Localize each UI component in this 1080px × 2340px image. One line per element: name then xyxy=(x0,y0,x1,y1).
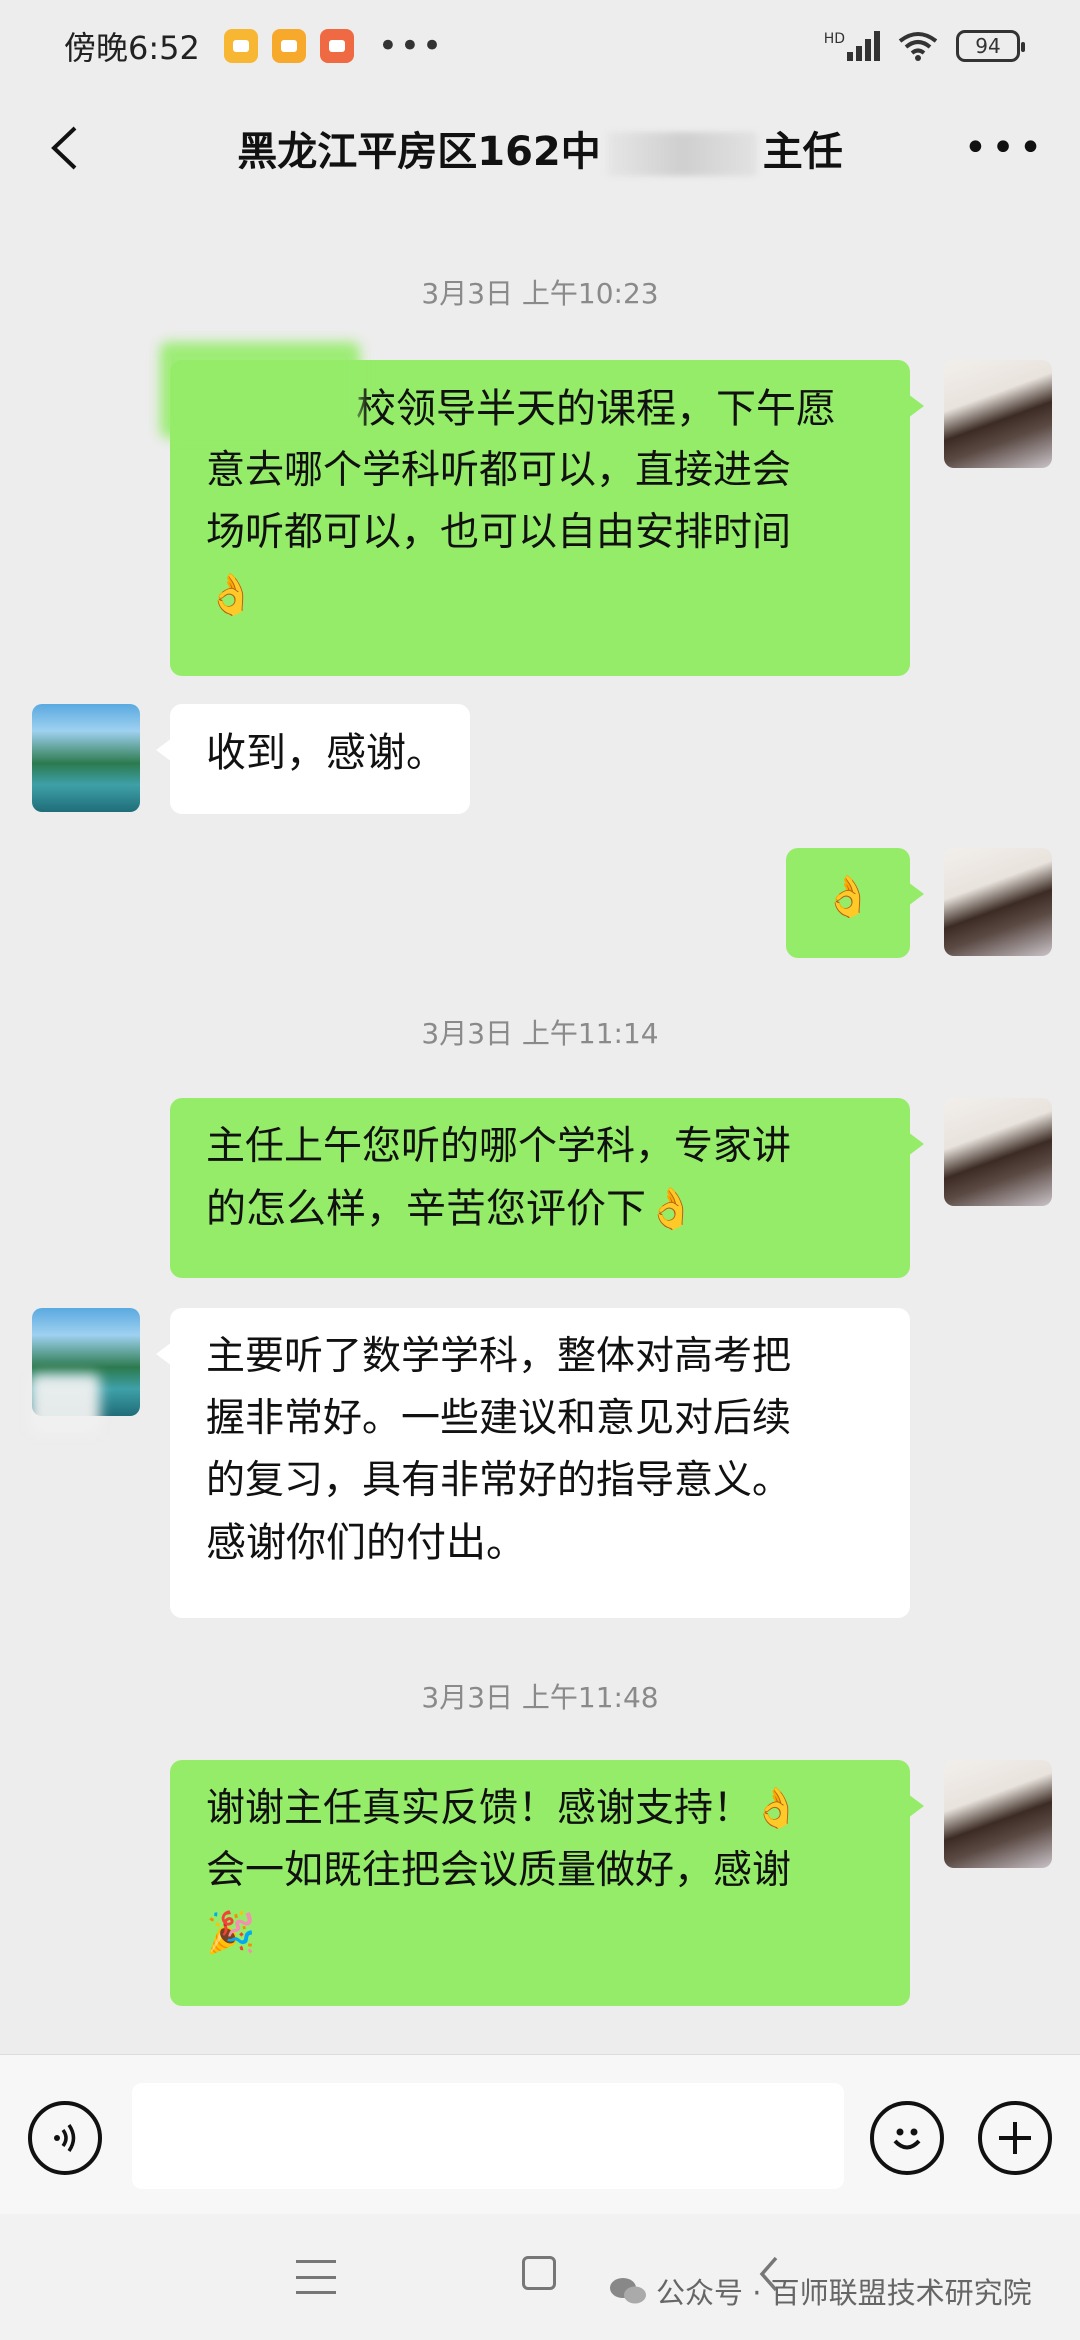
watermark-text: 公众号 · 百师联盟技术研究院 xyxy=(656,2276,1032,2310)
more-notifications-icon: ••• xyxy=(377,26,445,66)
battery-indicator: 94 xyxy=(956,30,1025,62)
message-input[interactable] xyxy=(132,2083,844,2189)
avatar[interactable] xyxy=(944,1760,1052,1868)
nav-menu-button[interactable] xyxy=(296,2260,336,2294)
voice-input-button[interactable] xyxy=(28,2101,102,2175)
ok-hand-emoji: 👌 xyxy=(823,874,873,920)
message-text: 握非常好。一些建议和意见对后续 xyxy=(206,1396,792,1441)
wifi-icon xyxy=(898,32,938,61)
battery-level: 94 xyxy=(975,34,1001,58)
chat-header: 黑龙江平房区162中 主任 ••• xyxy=(0,92,1080,204)
input-bar xyxy=(0,2054,1080,2214)
more-functions-button[interactable] xyxy=(978,2101,1052,2175)
message-notification-icon xyxy=(271,29,306,63)
plus-icon xyxy=(999,2122,1031,2154)
message-text: 会一如既往把会议质量做好，感谢 xyxy=(206,1848,792,1893)
message-text: 的怎么样，辛苦您评价下👌 xyxy=(206,1186,696,1232)
more-options-button[interactable]: ••• xyxy=(964,118,1043,178)
message-text: 场听都可以，也可以自由安排时间 xyxy=(206,510,792,555)
chat-title: 黑龙江平房区162中 主任 xyxy=(237,119,843,177)
message-text: 意去哪个学科听都可以，直接进会 xyxy=(206,448,792,493)
voice-icon xyxy=(54,2124,76,2152)
status-time: 傍晚6:52 xyxy=(64,29,200,67)
timestamp: 3月3日 上午10:23 xyxy=(421,277,659,310)
chat-title-suffix: 主任 xyxy=(762,129,843,175)
message-text: 谢谢主任真实反馈！感谢支持！👌 xyxy=(206,1786,801,1831)
avatar[interactable] xyxy=(944,848,1052,956)
shopping-notification-icon xyxy=(319,29,354,63)
message-notification-icon xyxy=(223,29,258,63)
nav-home-button[interactable] xyxy=(522,2256,556,2290)
emoji-button[interactable] xyxy=(870,2101,944,2175)
signal-icon: HD xyxy=(824,31,880,61)
message-bubble[interactable]: 👌 xyxy=(786,848,924,958)
ok-hand-emoji: 👌 xyxy=(206,572,256,618)
system-nav-bar: 公众号 · 百师联盟技术研究院 xyxy=(0,2214,1080,2340)
message-text: 感谢你们的付出。 xyxy=(206,1520,526,1566)
timestamp: 3月3日 上午11:14 xyxy=(421,1017,659,1050)
message-bubble[interactable]: 收到，感谢。 xyxy=(156,704,470,814)
redaction xyxy=(30,1374,100,1434)
avatar[interactable] xyxy=(944,1098,1052,1206)
message-bubble[interactable]: 主任上午您听的哪个学科，专家讲 的怎么样，辛苦您评价下👌 xyxy=(170,1098,924,1278)
redaction xyxy=(160,342,360,438)
redacted-name xyxy=(606,132,757,176)
chat-messages: 3月3日 上午10:23 校领导半天的课程，下午愿 意去哪个学科听都可以，直接进… xyxy=(0,204,1080,2054)
message-text: 的复习，具有非常好的指导意义。 xyxy=(206,1458,792,1503)
timestamp: 3月3日 上午11:48 xyxy=(421,1681,659,1714)
avatar[interactable] xyxy=(944,360,1052,468)
message-text: 收到，感谢。 xyxy=(206,730,446,776)
wechat-icon xyxy=(610,2278,646,2304)
back-button[interactable] xyxy=(34,118,94,178)
message-text: 主要听了数学学科，整体对高考把 xyxy=(206,1334,792,1379)
avatar[interactable] xyxy=(32,704,140,812)
smiley-icon xyxy=(893,2128,921,2150)
chevron-left-icon xyxy=(51,126,77,170)
message-bubble[interactable]: 主要听了数学学科，整体对高考把 握非常好。一些建议和意见对后续 的复习，具有非常… xyxy=(156,1308,910,1618)
party-popper-emoji: 🎉 xyxy=(206,1910,256,1956)
message-text: 主任上午您听的哪个学科，专家讲 xyxy=(206,1124,792,1169)
more-icon: ••• xyxy=(963,125,1047,171)
network-type: HD xyxy=(823,31,845,47)
watermark: 公众号 · 百师联盟技术研究院 xyxy=(608,2270,1032,2312)
chat-title-prefix: 黑龙江平房区162中 xyxy=(237,129,601,175)
message-bubble[interactable]: 校领导半天的课程，下午愿 意去哪个学科听都可以，直接进会 场听都可以，也可以自由… xyxy=(160,342,924,676)
message-bubble[interactable]: 谢谢主任真实反馈！感谢支持！👌 会一如既往把会议质量做好，感谢 🎉 xyxy=(170,1760,924,2006)
status-bar: 傍晚6:52 ••• HD 94 xyxy=(0,0,1080,92)
